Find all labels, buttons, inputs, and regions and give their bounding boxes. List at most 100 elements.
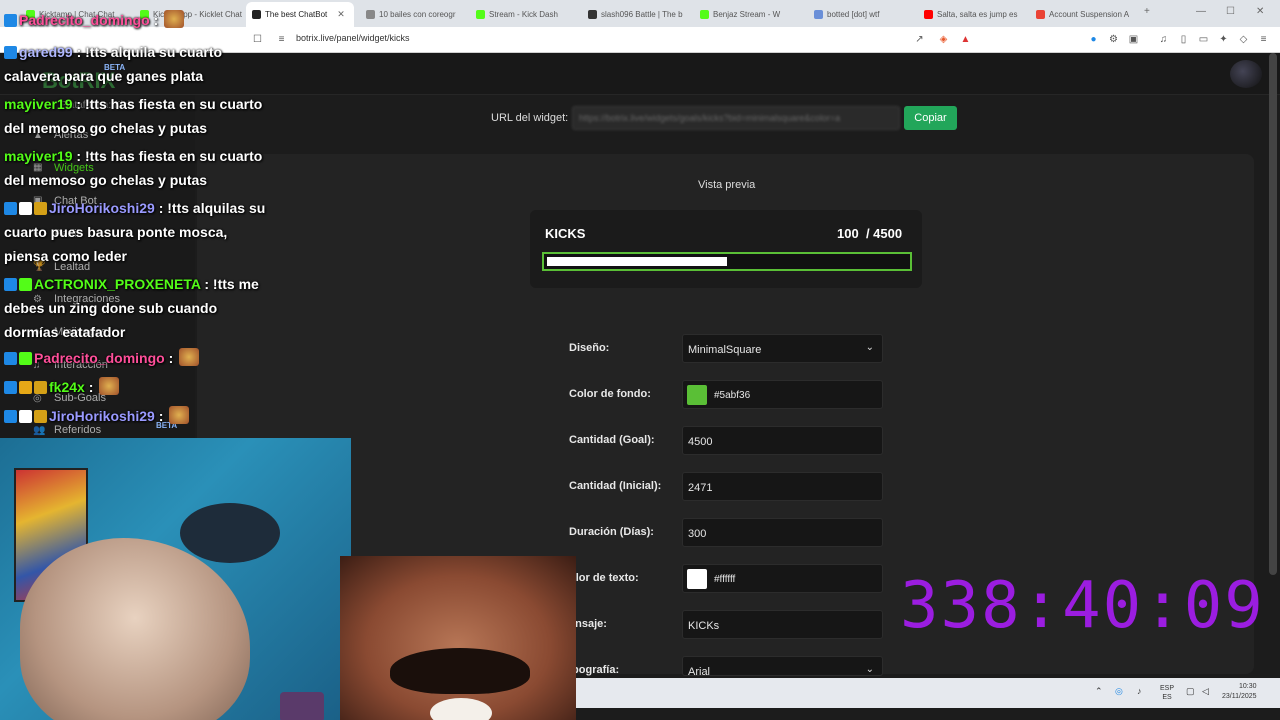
goal-input[interactable]: 4500 bbox=[682, 426, 883, 455]
preview-count: 100 / 4500 bbox=[837, 226, 902, 241]
site-info-icon[interactable]: ≡ bbox=[276, 34, 287, 45]
chat-emote-icon bbox=[179, 348, 200, 366]
widget-url-field[interactable]: https://botrix.live/widgets/goals/kicks?… bbox=[572, 106, 900, 130]
menu-icon[interactable]: ≡ bbox=[1258, 34, 1269, 45]
chat-badge-icon bbox=[19, 381, 32, 394]
maximize-window-icon[interactable]: ☐ bbox=[1226, 6, 1235, 17]
vpn-icon[interactable]: ◇ bbox=[1238, 34, 1249, 45]
network-icon[interactable]: ▢ bbox=[1186, 686, 1195, 697]
wallet-icon[interactable]: ▭ bbox=[1198, 34, 1209, 45]
duration-input[interactable]: 300 bbox=[682, 518, 883, 547]
message-input[interactable]: KICKs bbox=[682, 610, 883, 639]
chat-emote-icon bbox=[99, 377, 120, 395]
chat-badge-icon bbox=[4, 352, 17, 365]
design-label: Diseño: bbox=[569, 342, 610, 354]
tab-salta[interactable]: Salta, salta es jump es bbox=[918, 4, 1026, 24]
media-icon[interactable]: ♫ bbox=[1158, 34, 1169, 45]
chat-username: ACTRONIX_PROXENETA bbox=[34, 276, 201, 292]
close-tab-icon[interactable]: ✕ bbox=[337, 9, 345, 20]
reaction-face-overlay bbox=[340, 556, 576, 720]
user-avatar[interactable] bbox=[1230, 60, 1262, 88]
page-scrollbar[interactable] bbox=[1269, 53, 1277, 575]
preview-widget bbox=[530, 210, 922, 288]
text-color-label: olor de texto: bbox=[569, 572, 639, 584]
tab-bailes[interactable]: 10 bailes con coreogr bbox=[360, 4, 466, 24]
volume-icon[interactable]: ◁ bbox=[1202, 686, 1209, 697]
extension-icon[interactable]: ▣ bbox=[1128, 34, 1139, 45]
chat-username: JiroHorikoshi29 bbox=[49, 408, 155, 424]
tab-favicon-icon bbox=[814, 9, 823, 19]
preview-title: KICKS bbox=[545, 226, 586, 241]
new-tab-button[interactable]: + bbox=[1144, 6, 1150, 17]
bg-color-field[interactable]: #5abf36 bbox=[682, 380, 883, 409]
chat-badge-icon bbox=[19, 202, 32, 215]
progress-fill bbox=[547, 257, 727, 266]
chat-message: Padrecito_domingo : bbox=[4, 346, 272, 370]
system-clock[interactable]: 10:30 23/11/2025 bbox=[1222, 682, 1257, 702]
minimize-window-icon[interactable]: — bbox=[1196, 6, 1206, 17]
mustache-shape bbox=[390, 648, 530, 694]
preview-heading: Vista previa bbox=[698, 179, 756, 191]
chat-badge-icon bbox=[34, 410, 47, 423]
tab-favicon-icon bbox=[366, 9, 375, 19]
chat-username: Padrecito_domingo bbox=[19, 12, 150, 28]
tab-slash096[interactable]: slash096 Battle | The b bbox=[582, 4, 688, 24]
chat-username: mayiver19 bbox=[4, 148, 73, 164]
chat-emote-icon bbox=[164, 10, 185, 28]
chat-badge-icon bbox=[19, 410, 32, 423]
tab-benjaz[interactable]: Benjaz Stream - W bbox=[694, 4, 800, 24]
tab-gmail[interactable]: Account Suspension A bbox=[1030, 4, 1136, 24]
tab-favicon-icon bbox=[588, 9, 597, 19]
copy-button[interactable]: Copiar bbox=[904, 106, 957, 130]
bg-color-swatch[interactable] bbox=[687, 385, 707, 405]
chat-message: fk24x : bbox=[4, 375, 272, 399]
goal-label: Cantidad (Goal): bbox=[569, 434, 655, 446]
drink-can bbox=[280, 692, 324, 720]
chat-badge-icon bbox=[34, 202, 47, 215]
chat-message: gared99 : !tts alquila su cuarto calaver… bbox=[4, 40, 272, 88]
bg-color-label: Color de fondo: bbox=[569, 388, 651, 400]
tray-chevron-icon[interactable]: ⌃ bbox=[1095, 686, 1103, 697]
chat-emote-icon bbox=[169, 406, 190, 424]
initial-input[interactable]: 2471 bbox=[682, 472, 883, 501]
chat-badge-icon bbox=[4, 202, 17, 215]
tab-favicon-icon bbox=[476, 9, 485, 19]
preview-current: 100 bbox=[837, 226, 859, 241]
tab-favicon-icon bbox=[700, 9, 709, 19]
rewards-icon[interactable]: ▲ bbox=[960, 34, 971, 45]
chat-message: JiroHorikoshi29 : bbox=[4, 404, 272, 428]
close-window-icon[interactable]: ✕ bbox=[1256, 6, 1264, 17]
extension-icon[interactable]: ● bbox=[1088, 34, 1099, 45]
initial-label: Cantidad (Inicial): bbox=[569, 480, 662, 492]
sidebar-toggle-icon[interactable]: ▯ bbox=[1178, 34, 1189, 45]
chat-username: Padrecito_domingo bbox=[34, 350, 165, 366]
chat-message: ACTRONIX_PROXENETA : !tts me debes un zi… bbox=[4, 272, 272, 344]
progress-bar bbox=[542, 252, 912, 271]
text-color-field[interactable]: #ffffff bbox=[682, 564, 883, 593]
chat-badge-icon bbox=[4, 278, 17, 291]
url-field[interactable]: botrix.live/panel/widget/kicks bbox=[296, 33, 410, 43]
chat-badge-icon bbox=[19, 278, 32, 291]
font-select[interactable]: Arial ⌄ bbox=[682, 656, 883, 676]
tab-botted[interactable]: botted [dot] wtf bbox=[808, 4, 914, 24]
ai-icon[interactable]: ✦ bbox=[1218, 34, 1229, 45]
tab-kick-dash[interactable]: Stream - Kick Dash bbox=[470, 4, 576, 24]
text-color-swatch[interactable] bbox=[687, 569, 707, 589]
preview-goal: / 4500 bbox=[865, 226, 903, 241]
extension-icon[interactable]: ⚙ bbox=[1108, 34, 1119, 45]
chat-username: gared99 bbox=[19, 44, 73, 60]
streamer-head bbox=[20, 538, 250, 720]
design-select[interactable]: MinimalSquare ⌄ bbox=[682, 334, 883, 363]
tray-mic-icon[interactable]: ♪ bbox=[1137, 686, 1142, 696]
chat-text: : bbox=[149, 12, 159, 28]
share-icon[interactable]: ↗ bbox=[914, 34, 925, 45]
font-label: ipografía: bbox=[569, 664, 620, 676]
duration-label: Duración (Días): bbox=[569, 526, 654, 538]
chat-text: : bbox=[154, 408, 164, 424]
tray-app-icon[interactable]: ◎ bbox=[1115, 686, 1123, 697]
language-indicator[interactable]: ESP ES bbox=[1160, 684, 1174, 702]
webcam-overlay bbox=[0, 438, 351, 720]
os-taskbar bbox=[576, 678, 1280, 708]
tab-favicon-icon bbox=[1036, 9, 1045, 19]
brave-shield-icon[interactable]: ◈ bbox=[938, 34, 949, 45]
